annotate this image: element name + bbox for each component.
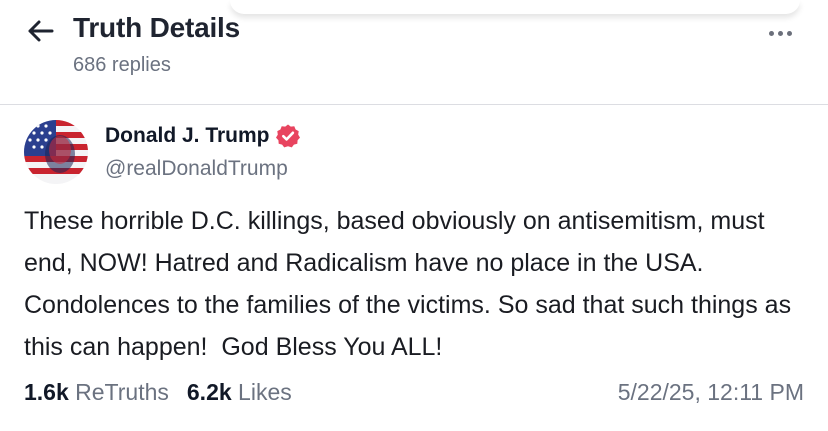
back-button[interactable] bbox=[22, 14, 58, 48]
post-timestamp: 5/22/25, 12:11 PM bbox=[617, 379, 804, 405]
more-options-button[interactable] bbox=[758, 20, 802, 46]
post-stats: 1.6k ReTruths 6.2k Likes bbox=[24, 379, 292, 406]
page-header: Truth Details 686 replies bbox=[0, 0, 828, 104]
likes-count: 6.2k bbox=[186, 379, 232, 405]
likes-stat[interactable]: 6.2k Likes bbox=[187, 379, 292, 406]
more-horizontal-icon bbox=[768, 30, 774, 36]
avatar[interactable] bbox=[24, 120, 88, 184]
verified-badge-icon bbox=[276, 124, 300, 148]
page-title: Truth Details bbox=[73, 12, 240, 43]
likes-label: Likes bbox=[238, 379, 292, 405]
author-handle[interactable]: @realDonaldTrump bbox=[105, 157, 288, 181]
retruths-count: 1.6k bbox=[24, 379, 69, 405]
truth-post: Donald J. Trump @realDonaldTrump These h… bbox=[0, 105, 828, 431]
retruths-stat[interactable]: 1.6k ReTruths bbox=[24, 379, 169, 406]
author-name[interactable]: Donald J. Trump bbox=[105, 124, 270, 148]
replies-count: 686 replies bbox=[73, 54, 171, 76]
retruths-label: ReTruths bbox=[75, 379, 169, 405]
arrow-left-icon bbox=[28, 20, 54, 42]
post-body: These horrible D.C. killings, based obvi… bbox=[24, 207, 799, 361]
